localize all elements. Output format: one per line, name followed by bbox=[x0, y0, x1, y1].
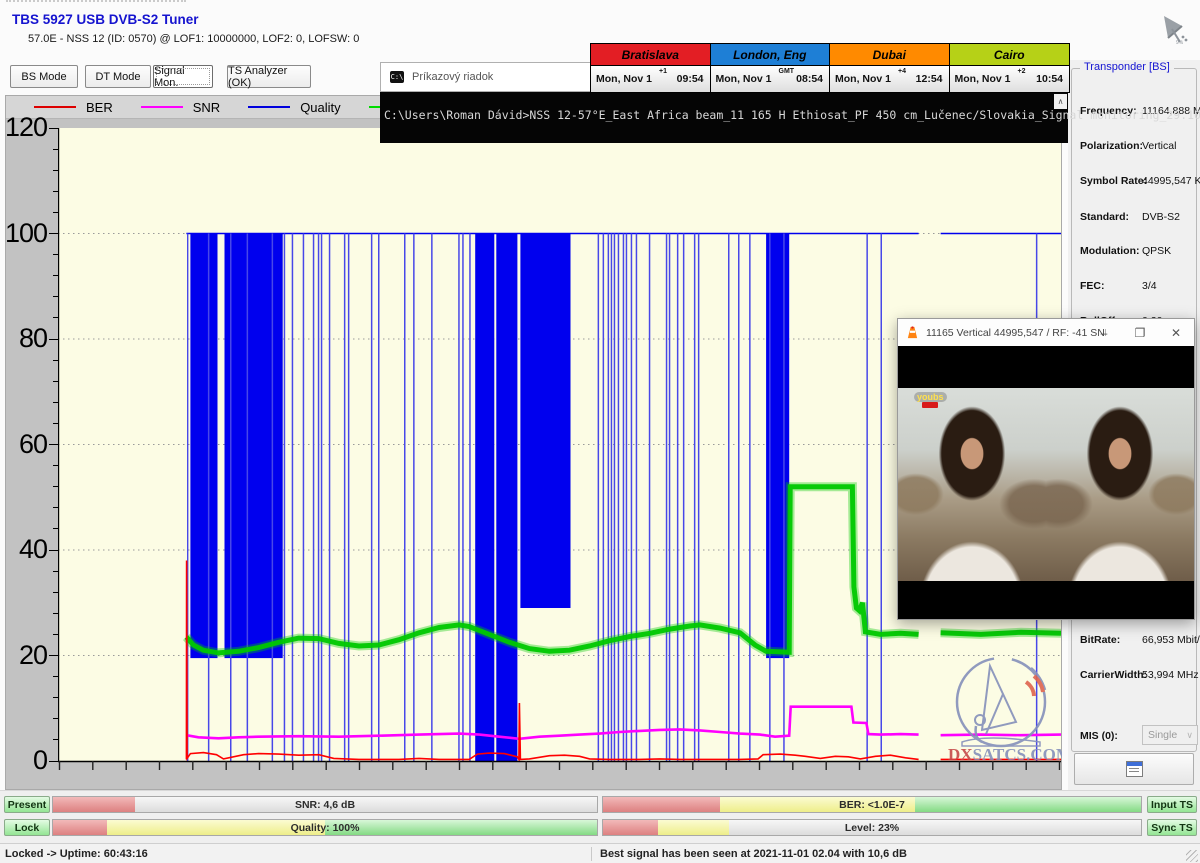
svg-text:DXSATCS.COM: DXSATCS.COM bbox=[948, 745, 1062, 762]
clock-london: London, Eng Mon, Nov 1 GMT 08:54 bbox=[711, 44, 831, 92]
y-axis-label: 60 bbox=[19, 429, 47, 460]
quality-line-swatch bbox=[248, 106, 290, 108]
symbol-rate-value: 44995,547 KS/s bbox=[1142, 175, 1200, 187]
vlc-video-area[interactable]: youbs bbox=[898, 346, 1194, 619]
video-person-left: youbs bbox=[898, 388, 1046, 581]
cmd-window-title: Príkazový riadok bbox=[412, 71, 493, 83]
y-axis-label: 80 bbox=[19, 323, 47, 354]
y-axis-label: 100 bbox=[5, 218, 47, 249]
satellite-dish-icon: 9% bbox=[1152, 12, 1192, 53]
y-axis-label: 120 bbox=[5, 112, 47, 143]
maximize-button[interactable]: ❐ bbox=[1122, 319, 1158, 346]
ber-line-swatch bbox=[34, 106, 76, 108]
tab-bs-mode[interactable]: BS Mode bbox=[10, 65, 78, 88]
satellite-subtitle: 57.0E - NSS 12 (ID: 0570) @ LOF1: 100000… bbox=[28, 33, 359, 45]
snr-meter: SNR: 4,6 dB bbox=[52, 796, 598, 813]
mis-label: MIS (0): bbox=[1080, 730, 1118, 742]
polarization-label: Polarization: bbox=[1080, 140, 1143, 152]
command-prompt-body[interactable]: C:\Users\Roman Dávid>NSS 12-57°E_East Af… bbox=[380, 92, 1068, 143]
clock-bratislava: Bratislava Mon, Nov 1 +1 09:54 bbox=[591, 44, 711, 92]
modulation-value: QPSK bbox=[1142, 245, 1171, 257]
snr-line-swatch bbox=[141, 106, 183, 108]
chevron-down-icon: ∨ bbox=[1186, 730, 1193, 741]
groupbox-title: Transponder [BS] bbox=[1080, 61, 1174, 73]
level-meter: Level: 23% bbox=[602, 819, 1142, 836]
tab-ts-analyzer[interactable]: TS Analyzer (OK) bbox=[227, 65, 311, 88]
standard-value: DVB-S2 bbox=[1142, 211, 1180, 223]
watermark-dx: DX bbox=[948, 745, 973, 762]
report-button[interactable] bbox=[1074, 753, 1194, 785]
lock-uptime-status: Locked -> Uptime: 60:43:16 bbox=[0, 848, 591, 860]
cmd-icon: C:\ bbox=[390, 71, 404, 83]
bitrate-label: BitRate: bbox=[1080, 634, 1120, 646]
world-clock-panel: Bratislava Mon, Nov 1 +1 09:54 London, E… bbox=[590, 43, 1070, 93]
modulation-label: Modulation: bbox=[1080, 245, 1139, 257]
carrier-width-value: 53,994 MHz bbox=[1142, 669, 1199, 681]
fec-value: 3/4 bbox=[1142, 280, 1157, 292]
bitrate-value: 66,953 Mbit/s bbox=[1142, 634, 1200, 646]
y-axis-label: 0 bbox=[33, 745, 47, 776]
legend-item-quality: Quality bbox=[248, 100, 340, 115]
y-axis: 020406080100120 bbox=[6, 128, 58, 761]
clock-cairo: Cairo Mon, Nov 1 +2 10:54 bbox=[950, 44, 1070, 92]
video-frame: youbs bbox=[898, 388, 1194, 581]
vlc-window-title: 11165 Vertical 44995,547 / RF: -41 SNR: … bbox=[926, 327, 1106, 339]
quality-meter: Quality: 100% bbox=[52, 819, 598, 836]
input-ts-button[interactable]: Input TS bbox=[1147, 796, 1197, 813]
clock-dubai: Dubai Mon, Nov 1 +4 12:54 bbox=[830, 44, 950, 92]
cropped-window-fragment bbox=[6, 0, 186, 8]
ber-meter: BER: <1.0E-7 bbox=[602, 796, 1142, 813]
symbol-rate-label: Symbol Rate: bbox=[1080, 175, 1147, 187]
vlc-titlebar[interactable]: 11165 Vertical 44995,547 / RF: -41 SNR: … bbox=[898, 319, 1194, 346]
best-signal-status: Best signal has been seen at 2021-11-01 … bbox=[592, 848, 907, 860]
document-list-icon bbox=[1126, 761, 1143, 777]
scroll-up-arrow[interactable]: ∧ bbox=[1054, 94, 1067, 109]
legend-item-snr: SNR bbox=[141, 100, 220, 115]
carrier-width-label: CarrierWidth: bbox=[1080, 669, 1147, 681]
app-window: { "app": { "title": "TBS 5927 USB DVB-S2… bbox=[0, 0, 1200, 863]
polarization-value: Vertical bbox=[1142, 140, 1176, 152]
tab-signal-mon[interactable]: Signal Mon. bbox=[153, 65, 213, 88]
close-button[interactable]: ✕ bbox=[1158, 319, 1194, 346]
resize-grip[interactable] bbox=[1186, 850, 1198, 862]
mis-dropdown[interactable]: Single ∨ bbox=[1142, 725, 1198, 745]
fec-label: FEC: bbox=[1080, 280, 1105, 292]
channel-logo: youbs bbox=[914, 392, 947, 402]
video-person-right-mirrored bbox=[1046, 388, 1194, 581]
tab-dt-mode[interactable]: DT Mode bbox=[85, 65, 151, 88]
vlc-cone-icon bbox=[906, 326, 919, 339]
status-bar: Locked -> Uptime: 60:43:16 Best signal h… bbox=[0, 843, 1200, 863]
y-axis-label: 40 bbox=[19, 534, 47, 565]
svg-text:9%: 9% bbox=[1176, 40, 1184, 46]
vlc-player-window[interactable]: 11165 Vertical 44995,547 / RF: -41 SNR: … bbox=[897, 318, 1195, 620]
page-title: TBS 5927 USB DVB-S2 Tuner bbox=[12, 12, 199, 27]
sync-ts-button[interactable]: Sync TS bbox=[1147, 819, 1197, 836]
standard-label: Standard: bbox=[1080, 211, 1129, 223]
lock-button[interactable]: Lock bbox=[4, 819, 50, 836]
y-axis-label: 20 bbox=[19, 640, 47, 671]
minimize-button[interactable]: – bbox=[1086, 319, 1122, 346]
signal-meters-strip: Present Lock SNR: 4,6 dB Quality: 100% B… bbox=[0, 790, 1200, 844]
present-button[interactable]: Present bbox=[4, 796, 50, 813]
dxsatcs-watermark: DXSATCS.COM bbox=[946, 650, 1062, 767]
cmd-prompt-line: C:\Users\Roman Dávid>NSS 12-57°E_East Af… bbox=[384, 108, 1044, 122]
